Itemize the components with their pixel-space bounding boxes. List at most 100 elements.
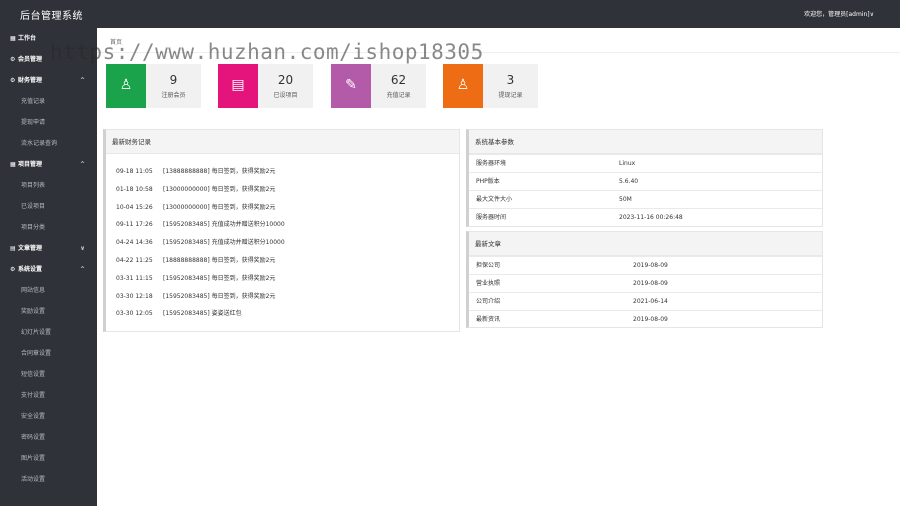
row-key: 营业执照 [476, 280, 501, 287]
sidebar-item-label: 合同章设置 [21, 350, 52, 357]
sidebar-item[interactable]: 短信设置 [0, 364, 97, 385]
record-text: [15952083485] 充值成功并赠送积分10000 [163, 239, 285, 247]
articles-panel: 最新文章 担保公司 2019-08-09 营业执照 2019-08-09 公司介绍 202… [466, 231, 823, 328]
document-icon: ▤ [10, 245, 16, 252]
row-value: 2019-08-09 [633, 262, 668, 269]
sidebar-item-label: 网站信息 [21, 287, 46, 294]
sidebar-item-label: 密码设置 [21, 434, 46, 441]
record-time: 03-30 12:18 [116, 292, 153, 300]
sidebar-item-label: 图片设置 [21, 455, 46, 462]
record-text: [18888888888] 每日签到，获得奖励2元 [163, 257, 276, 264]
sidebar-item-label: 提现申请 [21, 119, 46, 126]
sidebar-item-label: 工作台 [18, 35, 37, 42]
record-text: [15952083485] 每日签到，获得奖励2元 [163, 292, 276, 300]
table-row: 服务器环境 Linux [469, 154, 822, 172]
app-title: 后台管理系统 [20, 11, 83, 22]
sidebar-item[interactable]: 项目列表 [0, 175, 97, 196]
finance-record: 10-04 15:26 [13000000000] 每日签到，获得奖励2元 [116, 202, 275, 211]
table-row[interactable]: 最新资讯 2019-08-09 [469, 310, 822, 328]
sidebar-item-label: 幻灯片设置 [21, 329, 52, 336]
finance-record: 09-18 11:05 [13888888888] 每日签到，获得奖励2元 [116, 166, 275, 175]
sidebar-item-label: 支付设置 [21, 392, 46, 399]
finance-record: 04-22 11:25 [18888888888] 每日签到，获得奖励2元 [116, 255, 275, 264]
finance-record: 09-11 17:26 [15952083485] 充值成功并赠送积分10000 [116, 219, 285, 228]
chevron-up-icon[interactable]: ^ [80, 70, 85, 91]
finance-record: 03-31 11:15 [15952083485] 每日签到，获得奖励2元 [116, 273, 275, 282]
chevron-up-icon[interactable]: ^ [80, 259, 85, 280]
sidebar-item[interactable]: 流水记录查询 [0, 133, 97, 154]
table-row[interactable]: 公司介绍 2021-06-14 [469, 292, 822, 310]
row-key: 服务器时间 [476, 214, 507, 221]
sidebar-item-label: 活动设置 [21, 476, 46, 483]
chevron-down-icon[interactable]: ∨ [80, 238, 85, 259]
finance-panel: 最新财务记录 09-18 11:05 [13888888888] 每日签到，获得奖… [103, 129, 460, 332]
stat-card[interactable]: ▤ 20 已设项目 [218, 64, 313, 108]
row-key: 最新资讯 [476, 316, 501, 323]
sidebar-group[interactable]: ⚙ 财务管理 ^ [0, 70, 97, 91]
sidebar-item[interactable]: 提现申请 [0, 112, 97, 133]
record-text: [15952083485] 充值成功并赠送积分10000 [163, 221, 285, 229]
articles-panel-title: 最新文章 [469, 232, 822, 256]
sidebar-item[interactable]: 活动设置 [0, 469, 97, 490]
table-row[interactable]: 营业执照 2019-08-09 [469, 274, 822, 292]
stat-card[interactable]: ♙ 3 提现记录 [443, 64, 538, 108]
sidebar-item-label: 流水记录查询 [21, 140, 58, 147]
top-bar: 后台管理系统 欢迎您，管理员[admin]∨ [0, 0, 900, 28]
stat-value: 3 [506, 73, 515, 87]
stat-icon-box: ▤ [218, 64, 258, 108]
gear-icon: ⚙ [10, 56, 16, 63]
table-row[interactable]: 担保公司 2019-08-09 [469, 256, 822, 274]
stat-value: 20 [277, 73, 294, 87]
breadcrumb[interactable]: 首页 [110, 37, 122, 46]
table-row: 最大文件大小 50M [469, 190, 822, 208]
record-text: [15952083485] 每日签到，获得奖励2元 [163, 274, 276, 282]
sidebar-item[interactable]: 合同章设置 [0, 343, 97, 364]
stat-value: 62 [390, 73, 407, 87]
record-time: 09-11 17:26 [116, 221, 153, 229]
sidebar-group[interactable]: ▦ 项目管理 ^ [0, 154, 97, 175]
sidebar-item[interactable]: 幻灯片设置 [0, 322, 97, 343]
finance-record: 03-30 12:05 [15952083485] 姿姿送红包 [116, 308, 242, 317]
sidebar-item-label: 项目列表 [21, 182, 46, 189]
stat-label: 已设项目 [273, 92, 298, 99]
sidebar-item[interactable]: 支付设置 [0, 385, 97, 406]
stat-card[interactable]: ♙ 9 注册会员 [106, 64, 201, 108]
finance-record: 04-24 14:36 [15952083485] 充值成功并赠送积分10000 [116, 237, 285, 246]
sidebar-item-label: 财务管理 [18, 77, 43, 84]
sidebar-group[interactable]: ⚙ 系统设置 ^ [0, 259, 97, 280]
finance-record: 03-30 12:18 [15952083485] 每日签到，获得奖励2元 [116, 291, 275, 300]
sidebar-item-label: 项目管理 [18, 161, 43, 168]
finance-record: 01-18 10:58 [13000000000] 每日签到，获得奖励2元 [116, 184, 275, 193]
sidebar-item[interactable]: 网站信息 [0, 280, 97, 301]
sidebar-item[interactable]: 密码设置 [0, 427, 97, 448]
sidebar-item[interactable]: 充值记录 [0, 91, 97, 112]
sidebar-group[interactable]: ▤ 文章管理 ∨ [0, 238, 97, 259]
record-time: 10-04 15:26 [116, 203, 153, 211]
record-text: [15952083485] 姿姿送红包 [163, 310, 242, 318]
user-menu[interactable]: 欢迎您，管理员[admin]∨ [804, 9, 874, 18]
row-value: Linux [619, 160, 636, 167]
sidebar-item-label: 奖励设置 [21, 308, 46, 315]
chevron-up-icon[interactable]: ^ [80, 154, 85, 175]
stat-value: 9 [169, 73, 178, 87]
sidebar-group[interactable]: ⚙ 会员管理 [0, 49, 97, 70]
sidebar-group[interactable]: ▦ 工作台 [0, 28, 97, 49]
stat-icon-box: ♙ [106, 64, 146, 108]
row-value: 2019-08-09 [633, 316, 668, 323]
sidebar-item[interactable]: 项目分类 [0, 217, 97, 238]
sidebar-item[interactable]: 已设项目 [0, 196, 97, 217]
sidebar-item[interactable]: 图片设置 [0, 448, 97, 469]
table-row: 服务器时间 2023-11-16 00:26:48 [469, 208, 822, 226]
system-panel-title: 系统基本参数 [469, 130, 822, 154]
sidebar-item[interactable]: 奖励设置 [0, 301, 97, 322]
dashboard-icon: ▦ [10, 35, 16, 42]
row-value: 50M [619, 196, 632, 203]
stat-card[interactable]: ✎ 62 充值记录 [331, 64, 426, 108]
sidebar-item-label: 项目分类 [21, 224, 46, 231]
row-value: 2019-08-09 [633, 280, 668, 287]
gear-icon: ⚙ [10, 266, 16, 273]
grid-icon: ▦ [10, 161, 16, 168]
gear-icon: ⚙ [10, 77, 16, 84]
sidebar-item-label: 已设项目 [21, 203, 46, 210]
sidebar-item[interactable]: 安全设置 [0, 406, 97, 427]
